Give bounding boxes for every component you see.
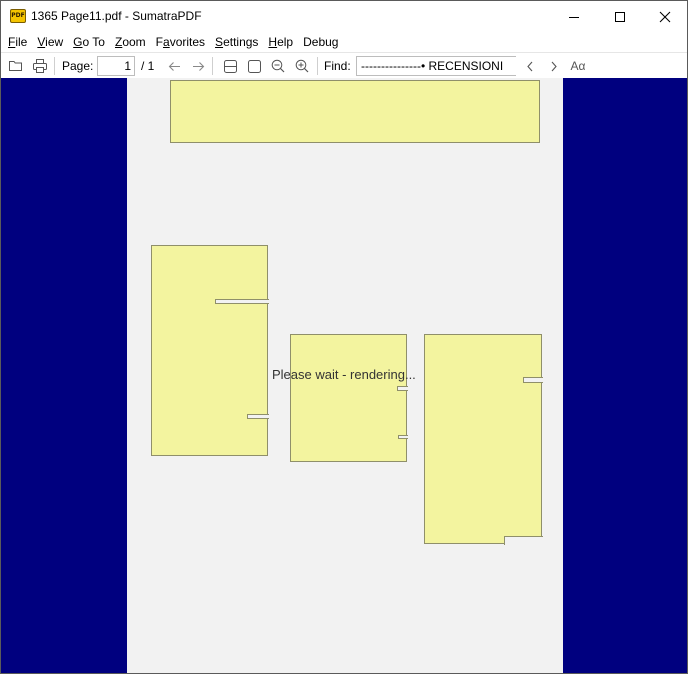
toolbar-separator bbox=[54, 57, 55, 75]
previous-page-button[interactable] bbox=[163, 56, 185, 76]
fit-page-button[interactable] bbox=[243, 56, 265, 76]
block-notch bbox=[504, 536, 543, 545]
rendering-status: Please wait - rendering... bbox=[272, 367, 416, 382]
arrow-left-icon bbox=[168, 61, 180, 71]
toolbar: Page: 1 / 1 Find: ---------------• RECEN… bbox=[1, 52, 687, 78]
find-next-button[interactable] bbox=[543, 56, 565, 76]
menu-settings[interactable]: Settings bbox=[210, 35, 263, 49]
title-bar[interactable]: PDF 1365 Page11.pdf - SumatraPDF bbox=[1, 1, 687, 32]
close-button[interactable] bbox=[642, 1, 687, 32]
arrow-right-icon bbox=[192, 61, 204, 71]
minimize-icon bbox=[569, 16, 579, 18]
page-content-block bbox=[151, 245, 268, 456]
find-label: Find: bbox=[324, 59, 351, 73]
fit-width-icon bbox=[223, 59, 237, 73]
menu-bar: File View Go To Zoom Favorites Settings … bbox=[1, 32, 687, 51]
open-button[interactable] bbox=[5, 56, 27, 76]
block-notch bbox=[523, 377, 543, 383]
block-notch bbox=[398, 435, 408, 439]
match-case-icon: Aα bbox=[570, 59, 586, 73]
page-number-input[interactable]: 1 bbox=[97, 56, 135, 76]
app-icon: PDF bbox=[10, 9, 26, 23]
page-content-block bbox=[424, 334, 542, 544]
block-notch bbox=[247, 414, 269, 419]
menu-zoom[interactable]: Zoom bbox=[110, 35, 151, 49]
page-content-block bbox=[290, 334, 407, 462]
toolbar-separator bbox=[317, 57, 318, 75]
folder-open-icon bbox=[9, 61, 22, 71]
page-label: Page: bbox=[62, 59, 94, 73]
sumatra-window: PDF 1365 Page11.pdf - SumatraPDF File Vi… bbox=[0, 0, 688, 674]
maximize-icon bbox=[615, 11, 625, 22]
block-notch bbox=[397, 386, 408, 391]
window-title: 1365 Page11.pdf - SumatraPDF bbox=[31, 9, 202, 23]
menu-debug[interactable]: Debug bbox=[298, 35, 343, 49]
close-icon bbox=[659, 11, 671, 22]
zoom-out-button[interactable] bbox=[267, 56, 289, 76]
find-previous-button[interactable] bbox=[519, 56, 541, 76]
menu-file[interactable]: File bbox=[3, 35, 32, 49]
match-case-button[interactable]: Aα bbox=[567, 56, 589, 76]
menu-view[interactable]: View bbox=[32, 35, 68, 49]
menu-favorites[interactable]: Favorites bbox=[151, 35, 210, 49]
menu-help[interactable]: Help bbox=[263, 35, 298, 49]
find-input[interactable]: ---------------• RECENSIONI bbox=[356, 56, 516, 76]
toolbar-separator bbox=[212, 57, 213, 75]
fit-page-icon bbox=[247, 59, 261, 73]
next-page-button[interactable] bbox=[187, 56, 209, 76]
printer-icon bbox=[33, 59, 47, 73]
page-total: / 1 bbox=[141, 59, 155, 73]
maximize-button[interactable] bbox=[597, 1, 643, 32]
fit-width-button[interactable] bbox=[219, 56, 241, 76]
minimize-button[interactable] bbox=[551, 1, 597, 32]
document-canvas[interactable]: Please wait - rendering... bbox=[1, 78, 687, 673]
pdf-page[interactable]: Please wait - rendering... bbox=[127, 78, 563, 673]
chevron-left-icon bbox=[527, 61, 533, 71]
chevron-right-icon bbox=[551, 61, 557, 71]
zoom-in-icon bbox=[295, 59, 309, 73]
zoom-in-button[interactable] bbox=[291, 56, 313, 76]
block-notch bbox=[215, 299, 269, 304]
print-button[interactable] bbox=[29, 56, 51, 76]
zoom-out-icon bbox=[271, 59, 285, 73]
menu-goto[interactable]: Go To bbox=[68, 35, 110, 49]
page-content-block bbox=[170, 80, 540, 143]
